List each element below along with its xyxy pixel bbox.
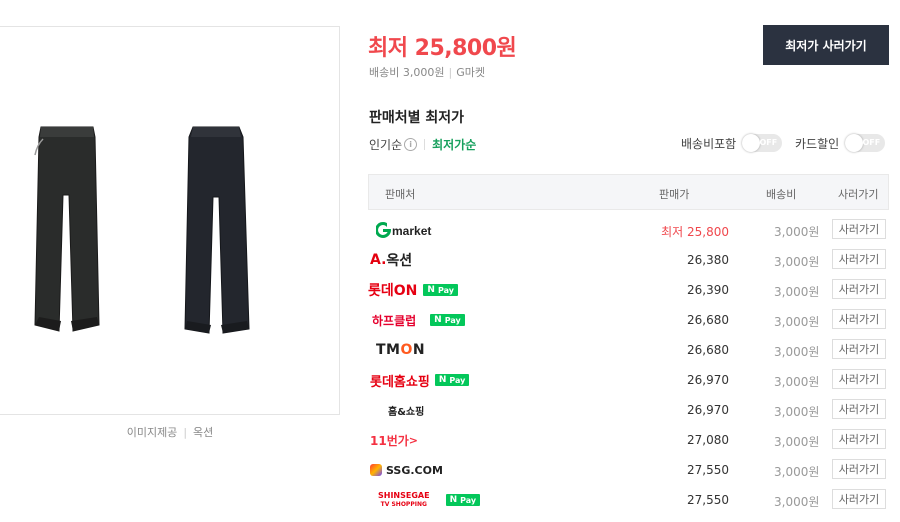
seller-price: 26,680 — [687, 343, 729, 357]
image-credit-label: 이미지제공 — [126, 426, 178, 439]
shipping-fee: 배송비 3,000원 — [369, 66, 445, 79]
header-shipping: 배송비 — [766, 188, 797, 201]
table-row[interactable]: 홈&쇼핑 26,970 3,000원 사러가기 — [368, 395, 889, 425]
shipping-include-toggle[interactable]: OFF — [742, 134, 783, 152]
ssg-icon — [370, 464, 382, 476]
sort-lowest[interactable]: 최저가순 — [432, 136, 476, 153]
seller-shipping: 3,000원 — [774, 315, 820, 329]
card-toggle-group: 카드할인 OFF — [795, 134, 886, 152]
seller-price: 26,970 — [687, 373, 729, 387]
seller-shipping: 3,000원 — [774, 495, 820, 509]
product-image[interactable] — [0, 26, 340, 415]
seller-buy-button[interactable]: 사러가기 — [832, 309, 886, 329]
seller-logo-tmon[interactable]: TMON — [368, 335, 425, 365]
seller-price: 26,970 — [687, 403, 729, 417]
section-title: 판매처별 최저가 — [369, 110, 465, 126]
shipping-info: 배송비 3,000원 | G마켓 — [369, 66, 485, 79]
seller-buy-button[interactable]: 사러가기 — [832, 429, 886, 449]
seller-price: 27,550 — [687, 463, 729, 477]
buy-lowest-button[interactable]: 최저가 사러가기 — [763, 25, 889, 65]
shipping-seller: G마켓 — [456, 66, 485, 79]
seller-logo-11st[interactable]: 11번가 > — [368, 425, 418, 455]
info-icon[interactable]: i — [404, 138, 418, 151]
seller-price: 26,380 — [687, 253, 729, 267]
table-header: 판매처 판매가 배송비 사러가기 — [368, 174, 889, 210]
seller-logo-lottehomeshopping[interactable]: 롯데홈쇼핑 N Pay — [368, 365, 470, 395]
seller-logo-halfclub[interactable]: 하프클럽 N Pay — [368, 305, 465, 335]
table-row[interactable]: 롯데ON N Pay 26,390 3,000원 사러가기 — [368, 275, 889, 305]
header-price: 판매가 — [659, 188, 690, 201]
table-row[interactable]: 하프클럽 N Pay 26,680 3,000원 사러가기 — [368, 305, 889, 335]
svg-text:market: market — [392, 224, 431, 238]
seller-logo-lotteon[interactable]: 롯데ON N Pay — [368, 275, 458, 305]
table-row[interactable]: market 최저 25,800 3,000원 사러가기 — [368, 215, 889, 245]
image-credit-source: 옥션 — [193, 426, 214, 439]
seller-price: 최저 25,800 — [661, 225, 729, 239]
seller-buy-button[interactable]: 사러가기 — [832, 369, 886, 389]
header-buy: 사러가기 — [838, 188, 879, 201]
table-row[interactable]: TMON 26,680 3,000원 사러가기 — [368, 335, 889, 365]
sort-options: 인기순 i 최저가순 — [369, 136, 476, 153]
seller-shipping: 3,000원 — [774, 465, 820, 479]
seller-buy-button[interactable]: 사러가기 — [832, 339, 886, 359]
npay-badge: N Pay — [445, 494, 481, 506]
seller-shipping: 3,000원 — [774, 285, 820, 299]
npay-badge: N Pay — [430, 314, 465, 326]
seller-table: 판매처 판매가 배송비 사러가기 market 최저 25,800 3,000원… — [368, 174, 889, 509]
toggle-shipping-label: 배송비포함 — [681, 136, 737, 151]
sort-popular[interactable]: 인기순 — [369, 136, 402, 153]
pants-back-image — [184, 126, 250, 334]
toggle-card-label: 카드할인 — [795, 136, 840, 151]
seller-shipping: 3,000원 — [774, 405, 820, 419]
seller-price: 26,680 — [687, 313, 729, 327]
lowest-price: 최저 25,800원 — [368, 36, 517, 61]
seller-price: 26,390 — [687, 283, 729, 297]
table-row[interactable]: SSG.COM 27,550 3,000원 사러가기 — [368, 455, 889, 485]
seller-price: 27,550 — [687, 493, 729, 507]
seller-buy-button[interactable]: 사러가기 — [832, 219, 886, 239]
seller-price: 27,080 — [687, 433, 729, 447]
table-row[interactable]: SHINSEGAE TV SHOPPING N Pay 27,550 3,000원… — [368, 485, 889, 515]
shipping-toggle-group: 배송비포함 OFF — [681, 134, 783, 152]
seller-shipping: 3,000원 — [774, 375, 820, 389]
npay-badge: N Pay — [423, 284, 458, 296]
seller-buy-button[interactable]: 사러가기 — [832, 399, 886, 419]
seller-shipping: 3,000원 — [774, 255, 820, 269]
header-seller: 판매처 — [385, 188, 416, 201]
card-discount-toggle[interactable]: OFF — [845, 134, 886, 152]
table-row[interactable]: 롯데홈쇼핑 N Pay 26,970 3,000원 사러가기 — [368, 365, 889, 395]
pants-front-image — [34, 126, 100, 332]
seller-buy-button[interactable]: 사러가기 — [832, 249, 886, 269]
table-row[interactable]: A. 옥션 26,380 3,000원 사러가기 — [368, 245, 889, 275]
npay-badge: N Pay — [434, 374, 470, 386]
seller-buy-button[interactable]: 사러가기 — [832, 279, 886, 299]
seller-shipping: 3,000원 — [774, 345, 820, 359]
seller-logo-shinsegae[interactable]: SHINSEGAE TV SHOPPING N Pay — [368, 485, 481, 515]
seller-logo-homeandshopping[interactable]: 홈&쇼핑 — [368, 395, 424, 425]
seller-buy-button[interactable]: 사러가기 — [832, 489, 886, 509]
seller-shipping: 3,000원 — [774, 435, 820, 449]
seller-logo-ssg[interactable]: SSG.COM — [368, 455, 443, 485]
image-credit: 이미지제공 | 옥션 — [126, 426, 214, 439]
seller-shipping: 3,000원 — [774, 225, 820, 239]
seller-buy-button[interactable]: 사러가기 — [832, 459, 886, 479]
table-row[interactable]: 11번가 > 27,080 3,000원 사러가기 — [368, 425, 889, 455]
seller-logo-gmarket[interactable]: market — [368, 215, 442, 245]
seller-logo-auction[interactable]: A. 옥션 — [368, 245, 412, 275]
